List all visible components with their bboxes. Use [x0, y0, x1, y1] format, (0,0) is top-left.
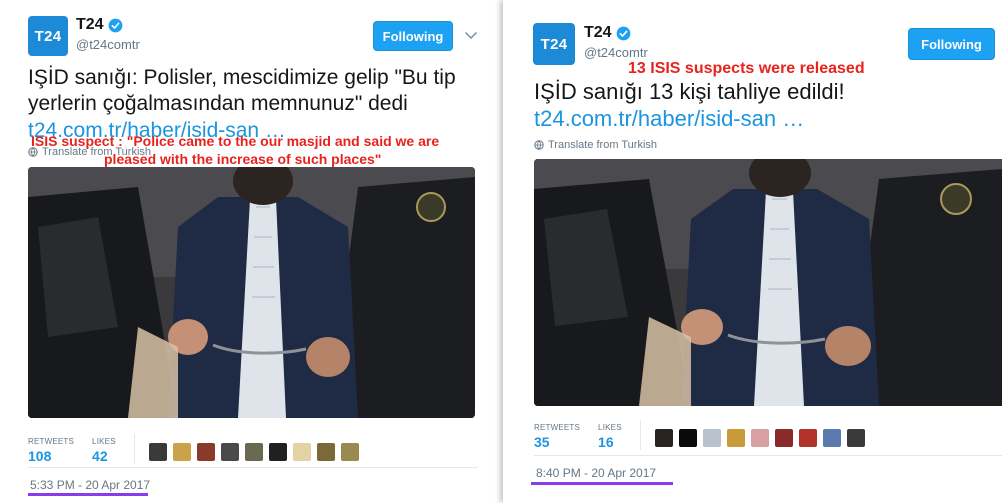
engagement-stats: RETWEETS 108 LIKES 42 [28, 434, 365, 464]
liker-avatars [654, 429, 871, 447]
liker-avatar[interactable] [316, 443, 335, 461]
liker-avatars [148, 443, 365, 461]
retweets-count[interactable]: 35 [534, 434, 580, 450]
tweet-card-original: T24 T24 @t24comtr Following IŞİD sanığı:… [0, 0, 490, 503]
handle[interactable]: @t24comtr [584, 45, 648, 60]
photo-illustration [534, 159, 1002, 406]
photo-illustration [28, 167, 475, 418]
verified-badge-icon [108, 18, 122, 32]
liker-avatar[interactable] [726, 429, 745, 447]
author-name-row[interactable]: T24 [584, 24, 631, 42]
chevron-down-icon[interactable] [464, 31, 478, 41]
verified-badge-icon [616, 26, 630, 40]
timestamp-highlight [531, 482, 673, 485]
tweet-text-line-1: IŞİD sanığı: Polisler, mescidimize gelip… [28, 66, 456, 89]
tweet-text-line-1: IŞİD sanığı 13 kişi tahliye edildi! [534, 79, 845, 104]
liker-avatar[interactable] [798, 429, 817, 447]
divider [534, 455, 1002, 456]
tweet-link[interactable]: t24.com.tr/haber/isid-san … [534, 105, 804, 133]
translate-link[interactable]: Translate from Turkish [534, 139, 657, 151]
annotation: 13 ISIS suspects were released [628, 60, 865, 77]
likes-stat[interactable]: LIKES 16 [598, 423, 622, 450]
liker-avatar[interactable] [678, 429, 697, 447]
divider [28, 467, 478, 468]
avatar[interactable]: T24 [28, 16, 68, 56]
avatar[interactable]: T24 [533, 23, 575, 65]
handle[interactable]: @t24comtr [76, 37, 140, 52]
retweets-stat[interactable]: RETWEETS 108 [28, 437, 74, 464]
liker-avatar[interactable] [196, 443, 215, 461]
engagement-stats: RETWEETS 35 LIKES 16 [534, 420, 871, 450]
translate-label: Translate from Turkish [548, 139, 658, 151]
likes-stat[interactable]: LIKES 42 [92, 437, 116, 464]
liker-avatar[interactable] [846, 429, 865, 447]
timestamp[interactable]: 8:40 PM - 20 Apr 2017 [536, 466, 656, 480]
liker-avatar[interactable] [340, 443, 359, 461]
likes-count[interactable]: 42 [92, 448, 116, 464]
annotation-line-1: ISIS suspect : "Police came to the our m… [31, 133, 440, 149]
liker-avatar[interactable] [172, 443, 191, 461]
likes-label: LIKES [92, 437, 116, 446]
following-button[interactable]: Following [908, 28, 995, 60]
retweets-label: RETWEETS [28, 437, 75, 446]
liker-avatar[interactable] [148, 443, 167, 461]
display-name[interactable]: T24 [76, 16, 104, 34]
avatar-logo-text: T24 [34, 27, 62, 45]
author-name-row[interactable]: T24 [76, 16, 123, 34]
retweets-stat[interactable]: RETWEETS 35 [534, 423, 580, 450]
liker-avatar[interactable] [292, 443, 311, 461]
timestamp[interactable]: 5:33 PM - 20 Apr 2017 [30, 478, 150, 492]
tweet-text-line-2: yerlerin çoğalmasından memnunuz" dedi [28, 92, 408, 115]
retweets-count[interactable]: 108 [28, 448, 74, 464]
tweet-photo[interactable] [534, 159, 1002, 406]
liker-avatar[interactable] [702, 429, 721, 447]
liker-avatar[interactable] [268, 443, 287, 461]
liker-avatar[interactable] [244, 443, 263, 461]
liker-avatar[interactable] [750, 429, 769, 447]
avatar-logo-text: T24 [540, 35, 568, 53]
liker-avatar[interactable] [822, 429, 841, 447]
stats-divider [133, 434, 135, 464]
liker-avatar[interactable] [220, 443, 239, 461]
display-name[interactable]: T24 [584, 24, 612, 42]
tweet-photo[interactable] [28, 167, 475, 418]
following-button[interactable]: Following [373, 21, 453, 51]
retweets-label: RETWEETS [534, 423, 581, 432]
tweet-card-updated: T24 T24 @t24comtr Following 13 ISIS susp… [503, 0, 1002, 503]
annotation-line-2: pleased with the increase of such places… [104, 151, 382, 167]
liker-avatar[interactable] [654, 429, 673, 447]
likes-count[interactable]: 16 [598, 434, 622, 450]
stats-divider [639, 420, 641, 450]
liker-avatar[interactable] [774, 429, 793, 447]
likes-label: LIKES [598, 423, 622, 432]
timestamp-highlight [28, 493, 148, 496]
globe-icon [534, 140, 544, 150]
